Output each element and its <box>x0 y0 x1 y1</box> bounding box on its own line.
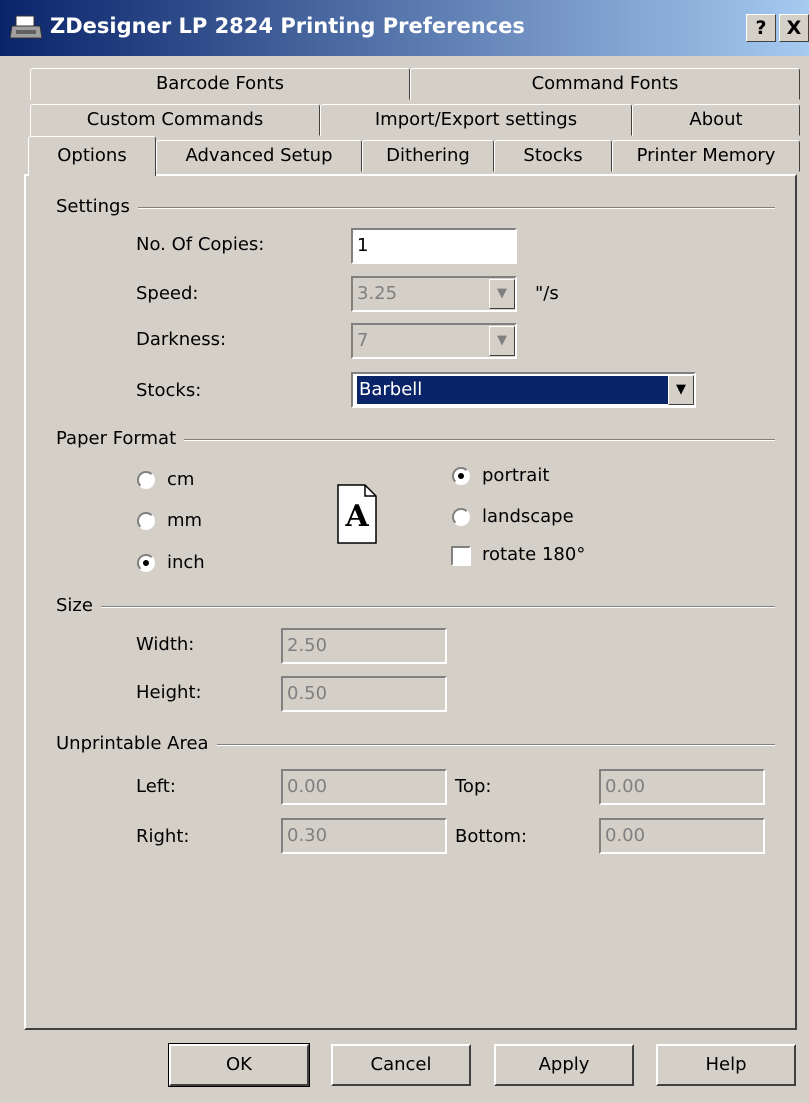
chevron-down-icon[interactable]: ▼ <box>489 279 515 309</box>
ok-button[interactable]: OK <box>168 1043 310 1087</box>
stocks-selected-value: Barbell <box>356 375 676 405</box>
mm-radio[interactable] <box>137 512 155 530</box>
chevron-down-icon[interactable]: ▼ <box>489 326 515 356</box>
stocks-select[interactable]: Barbell <box>351 372 696 408</box>
chevron-down-icon[interactable]: ▼ <box>668 375 694 405</box>
height-label: Height: <box>136 682 202 703</box>
cm-radio[interactable] <box>137 471 155 489</box>
tab-command-fonts[interactable]: Command Fonts <box>410 68 800 100</box>
tab-stocks[interactable]: Stocks <box>494 140 612 172</box>
height-input[interactable]: 0.50 <box>281 676 447 712</box>
tab-advanced-setup[interactable]: Advanced Setup <box>156 140 362 172</box>
tab-printer-memory[interactable]: Printer Memory <box>612 140 800 172</box>
title-bar[interactable]: ZDesigner LP 2824 Printing Preferences ?… <box>0 0 809 56</box>
size-divider <box>60 606 775 608</box>
paper-format-group-label: Paper Format <box>56 428 185 449</box>
copies-label: No. Of Copies: <box>136 234 265 255</box>
left-margin-input[interactable]: 0.00 <box>281 769 447 805</box>
settings-divider <box>60 207 775 209</box>
printer-icon <box>10 15 43 39</box>
tab-barcode-fonts[interactable]: Barcode Fonts <box>30 68 410 100</box>
top-label: Top: <box>455 776 492 797</box>
darkness-label: Darkness: <box>136 329 227 350</box>
right-margin-input[interactable]: 0.30 <box>281 818 447 854</box>
page-orientation-icon: A <box>337 484 377 544</box>
page-letter: A <box>344 499 369 534</box>
help-button[interactable]: Help <box>656 1044 796 1086</box>
copies-input[interactable]: 1 <box>351 228 517 264</box>
stocks-label: Stocks: <box>136 380 202 401</box>
tab-about[interactable]: About <box>632 104 800 136</box>
cancel-button[interactable]: Cancel <box>331 1044 471 1086</box>
portrait-label[interactable]: portrait <box>482 465 549 486</box>
left-label: Left: <box>136 776 176 797</box>
context-help-button[interactable]: ? <box>746 14 776 42</box>
settings-group-label: Settings <box>56 196 138 217</box>
tab-custom-commands[interactable]: Custom Commands <box>30 104 320 136</box>
rotate-180-label[interactable]: rotate 180° <box>482 544 585 565</box>
right-label: Right: <box>136 826 190 847</box>
landscape-radio[interactable] <box>452 508 470 526</box>
portrait-radio[interactable] <box>452 467 470 485</box>
apply-button[interactable]: Apply <box>494 1044 634 1086</box>
window-title: ZDesigner LP 2824 Printing Preferences <box>50 14 525 38</box>
bottom-margin-input[interactable]: 0.00 <box>599 818 765 854</box>
bottom-label: Bottom: <box>455 826 528 847</box>
width-label: Width: <box>136 634 195 655</box>
tab-dithering[interactable]: Dithering <box>362 140 494 172</box>
top-margin-input[interactable]: 0.00 <box>599 769 765 805</box>
speed-unit: "/s <box>535 283 559 304</box>
landscape-label[interactable]: landscape <box>482 506 574 527</box>
tab-options[interactable]: Options <box>28 136 156 176</box>
mm-label[interactable]: mm <box>167 510 202 531</box>
unprintable-area-group-label: Unprintable Area <box>56 733 217 754</box>
inch-radio[interactable] <box>137 554 155 572</box>
size-group-label: Size <box>56 595 101 616</box>
speed-label: Speed: <box>136 283 199 304</box>
rotate-180-checkbox[interactable] <box>451 546 471 566</box>
width-input[interactable]: 2.50 <box>281 628 447 664</box>
tab-import-export-settings[interactable]: Import/Export settings <box>320 104 632 136</box>
inch-label[interactable]: inch <box>167 552 205 573</box>
cm-label[interactable]: cm <box>167 469 194 490</box>
close-button[interactable]: X <box>779 14 809 42</box>
